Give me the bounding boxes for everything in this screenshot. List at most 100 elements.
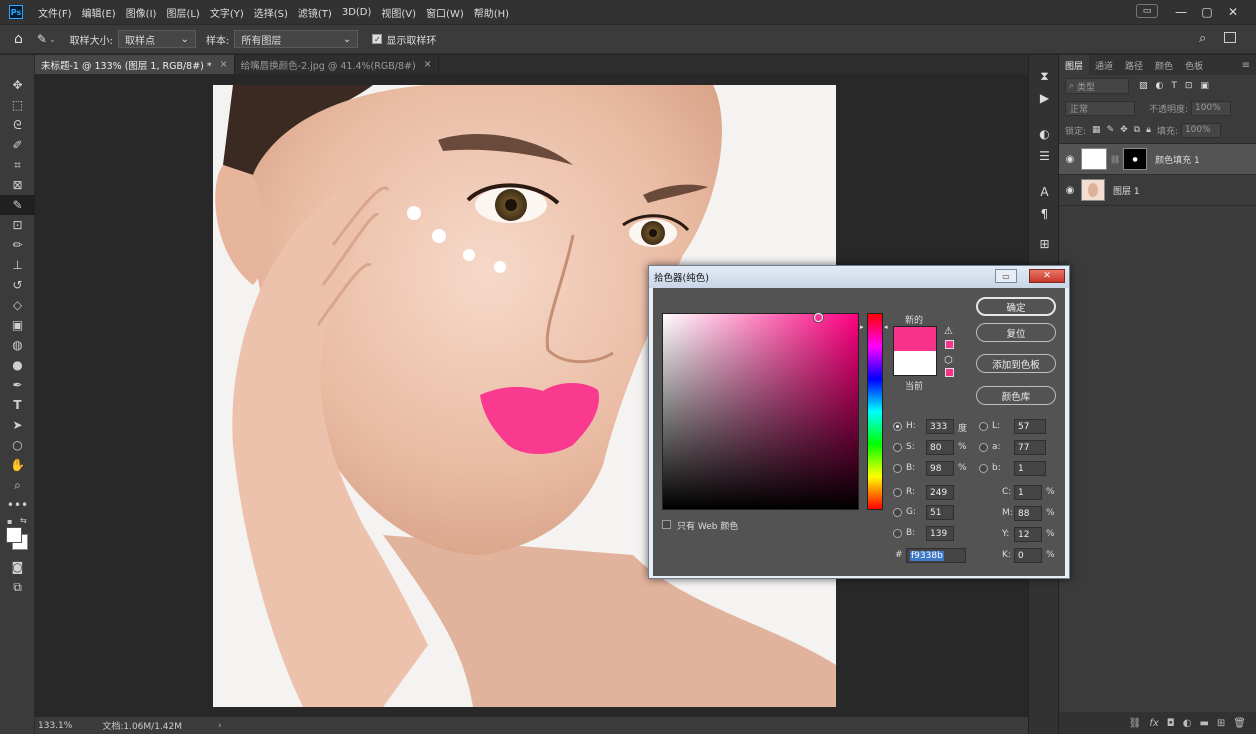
gradient-tool-icon[interactable]: ▣ bbox=[0, 315, 35, 335]
search-icon[interactable]: ⌕ bbox=[1199, 31, 1206, 46]
close-icon[interactable]: × bbox=[424, 59, 432, 70]
path-select-tool-icon[interactable]: ➤ bbox=[0, 415, 35, 435]
a-input[interactable]: 77 bbox=[1014, 440, 1046, 455]
zoom-level[interactable]: 133.1% bbox=[38, 721, 72, 731]
fx-icon[interactable]: fx bbox=[1149, 718, 1158, 729]
b-input[interactable]: 98 bbox=[926, 461, 954, 476]
lock-artboard-icon[interactable]: ⧉ bbox=[1134, 125, 1140, 135]
panel-menu-icon[interactable]: ≡ bbox=[1242, 60, 1250, 71]
tab-paths[interactable]: 路径 bbox=[1119, 55, 1149, 75]
menu-type[interactable]: 文字(Y) bbox=[205, 5, 249, 20]
pen-tool-icon[interactable]: ✒ bbox=[0, 375, 35, 395]
tab-color[interactable]: 颜色 bbox=[1149, 55, 1179, 75]
hand-tool-icon[interactable]: ✋ bbox=[0, 455, 35, 475]
close-icon[interactable]: × bbox=[220, 59, 228, 70]
adjustment-filter-icon[interactable]: ◐ bbox=[1156, 81, 1164, 91]
properties-panel-icon[interactable]: ☰ bbox=[1029, 145, 1060, 167]
character-panel-icon[interactable]: A bbox=[1029, 181, 1060, 203]
color-libraries-button[interactable]: 颜色库 bbox=[976, 386, 1056, 405]
dialog-titlebar[interactable]: 拾色器(纯色) ▭ ✕ bbox=[649, 266, 1069, 288]
dodge-tool-icon[interactable]: ● bbox=[0, 355, 35, 375]
menu-window[interactable]: 窗口(W) bbox=[421, 5, 469, 20]
new-layer-icon[interactable]: ⊞ bbox=[1217, 718, 1225, 729]
y-input[interactable]: 12 bbox=[1014, 527, 1042, 542]
fill-input[interactable]: 100% bbox=[1180, 122, 1221, 138]
layer-color-fill[interactable]: ◉ ⛓ ● 颜色填充 1 bbox=[1059, 144, 1256, 175]
sample-size-select[interactable]: 取样点 ⌄ bbox=[118, 30, 197, 48]
hex-input[interactable]: f9338b bbox=[906, 548, 966, 563]
web-safe-cube-icon[interactable]: ⬡ bbox=[944, 355, 953, 366]
lock-transparent-icon[interactable]: ▦ bbox=[1092, 125, 1101, 135]
link-icon[interactable]: ⛓ bbox=[1110, 155, 1120, 164]
menu-file[interactable]: 文件(F) bbox=[33, 5, 77, 20]
delete-layer-icon[interactable]: 🗑︎ bbox=[1233, 718, 1246, 729]
menu-select[interactable]: 选择(S) bbox=[249, 5, 293, 20]
restore-icon[interactable]: ▭ bbox=[995, 269, 1017, 283]
eyedropper-tool-icon[interactable]: ✎ bbox=[0, 195, 35, 215]
hue-slider[interactable] bbox=[867, 313, 883, 510]
hue-slider-right-arrow-icon[interactable]: ◂ bbox=[884, 323, 888, 331]
zoom-tool-icon[interactable]: ⌕ bbox=[0, 475, 35, 495]
adjustments-panel-icon[interactable]: ◐ bbox=[1029, 123, 1060, 145]
quick-mask-icon[interactable]: ◙ bbox=[0, 557, 35, 577]
chevron-down-icon[interactable]: ⌄ bbox=[49, 35, 56, 44]
h-radio[interactable] bbox=[893, 422, 902, 431]
menu-help[interactable]: 帮助(H) bbox=[469, 5, 514, 20]
stamp-tool-icon[interactable]: ⊥ bbox=[0, 255, 35, 275]
hue-slider-left-arrow-icon[interactable]: ▸ bbox=[860, 323, 864, 331]
type-tool-icon[interactable]: T bbox=[0, 395, 35, 415]
h-input[interactable]: 333 bbox=[926, 419, 954, 434]
lock-pixels-icon[interactable]: ✎ bbox=[1107, 125, 1115, 135]
add-to-swatches-button[interactable]: 添加到色板 bbox=[976, 354, 1056, 373]
web-only-checkbox[interactable] bbox=[662, 520, 671, 529]
reset-button[interactable]: 复位 bbox=[976, 323, 1056, 342]
g-input[interactable]: 51 bbox=[926, 505, 954, 520]
out-of-gamut-warning-icon[interactable]: ⚠ bbox=[944, 326, 953, 337]
c-input[interactable]: 1 bbox=[1014, 485, 1042, 500]
r-radio[interactable] bbox=[893, 488, 902, 497]
lasso-tool-icon[interactable]: ᘓ bbox=[0, 115, 35, 135]
color-field-cursor[interactable] bbox=[814, 313, 823, 322]
history-panel-icon[interactable]: ⧗ bbox=[1029, 65, 1060, 87]
g-radio[interactable] bbox=[893, 508, 902, 517]
type-filter-icon[interactable]: T bbox=[1171, 81, 1177, 91]
s-radio[interactable] bbox=[893, 443, 902, 452]
eye-icon[interactable]: ◉ bbox=[1059, 185, 1081, 196]
m-input[interactable]: 88 bbox=[1014, 506, 1042, 521]
close-icon[interactable]: ✕ bbox=[1029, 269, 1065, 283]
a-radio[interactable] bbox=[979, 443, 988, 452]
lock-position-icon[interactable]: ✥ bbox=[1120, 125, 1128, 135]
web-color-swatch[interactable] bbox=[945, 368, 954, 377]
eye-icon[interactable]: ◉ bbox=[1059, 154, 1081, 165]
link-layers-icon[interactable]: ⛓ bbox=[1129, 718, 1142, 729]
brush-tool-icon[interactable]: ✏ bbox=[0, 235, 35, 255]
panel-layout-icon[interactable] bbox=[1224, 32, 1236, 43]
b-radio[interactable] bbox=[893, 464, 902, 473]
menu-layer[interactable]: 图层(L) bbox=[161, 5, 204, 20]
default-colors-icon[interactable]: ▪ bbox=[7, 517, 12, 526]
blur-tool-icon[interactable]: ◍ bbox=[0, 335, 35, 355]
ok-button[interactable]: 确定 bbox=[976, 297, 1056, 316]
show-ring-checkbox[interactable]: ✓ bbox=[372, 34, 383, 44]
actions-panel-icon[interactable]: ▶ bbox=[1029, 87, 1060, 109]
sample-select[interactable]: 所有图层 ⌄ bbox=[234, 30, 359, 48]
smart-object-filter-icon[interactable]: ▣ bbox=[1200, 81, 1209, 91]
menu-view[interactable]: 视图(V) bbox=[376, 5, 421, 20]
new-group-icon[interactable]: ▬ bbox=[1199, 718, 1208, 729]
blend-mode-select[interactable]: 正常 bbox=[1065, 100, 1135, 116]
menu-3d[interactable]: 3D(D) bbox=[337, 7, 377, 18]
l-input[interactable]: 57 bbox=[1014, 419, 1046, 434]
restore-icon[interactable]: ▢ bbox=[1194, 3, 1220, 21]
menu-image[interactable]: 图像(I) bbox=[121, 5, 162, 20]
marquee-tool-icon[interactable]: ⬚ bbox=[0, 95, 35, 115]
tab-document-1[interactable]: 未标题-1 @ 133% (图层 1, RGB/8#) * × bbox=[35, 55, 235, 74]
opacity-input[interactable]: 100% bbox=[1191, 100, 1232, 116]
pixel-filter-icon[interactable]: ▨ bbox=[1139, 81, 1148, 91]
quick-select-tool-icon[interactable]: ✐ bbox=[0, 135, 35, 155]
menu-filter[interactable]: 滤镜(T) bbox=[293, 5, 337, 20]
healing-brush-tool-icon[interactable]: ⊡ bbox=[0, 215, 35, 235]
add-mask-icon[interactable]: ◘ bbox=[1167, 718, 1175, 729]
close-icon[interactable]: ✕ bbox=[1220, 3, 1246, 21]
lock-all-icon[interactable]: 🔒︎ bbox=[1146, 125, 1151, 135]
r-input[interactable]: 249 bbox=[926, 485, 954, 500]
